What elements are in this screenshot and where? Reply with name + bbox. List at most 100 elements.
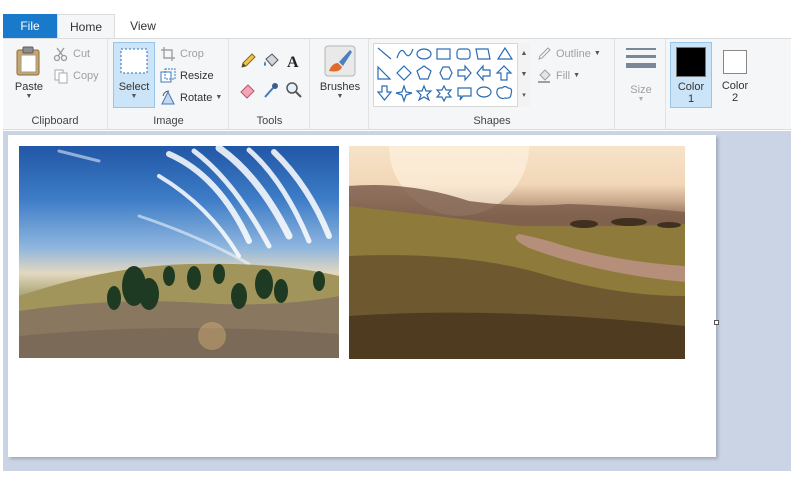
- up-arrow-shape-icon: [495, 65, 513, 81]
- outline-button[interactable]: Outline ▼: [536, 46, 601, 62]
- rotate-dropdown-icon[interactable]: ▼: [215, 94, 222, 102]
- shape-fill-icon: [538, 69, 551, 83]
- fill-button[interactable]: Fill ▼: [536, 68, 580, 84]
- polygon-shape-icon: [475, 48, 491, 60]
- text-tool-icon[interactable]: A: [285, 52, 303, 70]
- color1-swatch: [676, 47, 706, 77]
- canvas-workspace: [3, 131, 791, 471]
- paste-icon: [16, 46, 40, 76]
- select-rectangle-icon: [120, 48, 148, 74]
- outline-pencil-icon: [538, 47, 551, 60]
- curve-shape-icon: [396, 48, 414, 59]
- rounded-callout-shape-icon: [457, 87, 472, 101]
- line-width-icon: [626, 48, 656, 68]
- shapes-gallery-grid: [376, 46, 514, 103]
- brush-icon: [324, 45, 356, 77]
- clipboard-group: Paste ▼ Cut Copy Clipboard: [3, 39, 108, 130]
- magnifier-icon[interactable]: [285, 81, 303, 99]
- resize-icon: [160, 68, 176, 83]
- image-group: Select ▼ Crop Resize Rotate ▼ Image: [109, 39, 229, 130]
- shapes-gallery: [373, 43, 530, 107]
- image-group-label: Image: [153, 115, 184, 127]
- gallery-up-icon[interactable]: ▲: [521, 50, 528, 58]
- gallery-down-icon[interactable]: ▼: [521, 71, 528, 79]
- paste-dropdown-icon[interactable]: ▼: [26, 93, 33, 101]
- pencil-icon[interactable]: [239, 52, 257, 70]
- tab-home[interactable]: Home: [57, 14, 115, 39]
- field-photo-art: [349, 146, 685, 359]
- color2-label-line2: 2: [731, 92, 739, 104]
- color1-button[interactable]: Color 1: [670, 42, 712, 108]
- size-group: Size ▼: [616, 39, 666, 130]
- tools-group-label: Tools: [256, 115, 283, 127]
- shapes-gallery-scroller[interactable]: ▲ ▼ ▾: [517, 43, 530, 107]
- color2-button[interactable]: Color 2: [714, 42, 756, 108]
- oval-shape-icon: [416, 48, 432, 60]
- rotate-label: Rotate: [180, 92, 213, 104]
- size-button[interactable]: Size ▼: [622, 45, 660, 104]
- rotate-button[interactable]: Rotate ▼: [160, 90, 222, 106]
- ribbon: Paste ▼ Cut Copy Clipboard Select ▼ Crop…: [3, 38, 791, 130]
- tab-file[interactable]: File: [3, 14, 57, 38]
- canvas-image-hill: [19, 146, 339, 358]
- canvas-image-field: [349, 146, 685, 359]
- brushes-dropdown-icon[interactable]: ▼: [337, 93, 344, 101]
- size-label: Size: [630, 84, 652, 96]
- shapes-group: ▲ ▼ ▾ Outline ▼ Fill ▼ Shapes: [370, 39, 615, 130]
- left-arrow-shape-icon: [476, 64, 491, 82]
- crop-label: Crop: [180, 48, 204, 60]
- resize-button[interactable]: Resize: [160, 68, 214, 84]
- outline-label: Outline: [556, 48, 591, 60]
- paste-button[interactable]: Paste ▼: [9, 45, 49, 101]
- triangle-shape-icon: [496, 46, 514, 60]
- size-dropdown-icon[interactable]: ▼: [638, 96, 645, 104]
- cut-button[interactable]: Cut: [53, 46, 90, 62]
- scissors-icon: [53, 47, 68, 62]
- canvas-resize-handle-right[interactable]: [714, 320, 719, 325]
- copy-button[interactable]: Copy: [53, 68, 99, 84]
- select-button[interactable]: Select ▼: [113, 42, 155, 108]
- brushes-label: Brushes: [319, 81, 361, 93]
- brushes-group: Brushes ▼: [311, 39, 369, 130]
- brushes-button[interactable]: Brushes ▼: [319, 45, 361, 101]
- resize-label: Resize: [180, 70, 214, 82]
- down-arrow-shape-icon: [376, 85, 393, 101]
- oval-callout-shape-icon: [476, 86, 492, 98]
- eraser-icon[interactable]: [239, 81, 257, 99]
- right-arrow-shape-icon: [457, 64, 472, 82]
- rotate-icon: [161, 90, 175, 105]
- color1-label-line2: 1: [687, 93, 695, 105]
- rectangle-shape-icon: [436, 48, 451, 60]
- copy-icon: [54, 69, 68, 84]
- cut-label: Cut: [73, 48, 91, 60]
- pentagon-shape-icon: [416, 65, 432, 80]
- tab-view[interactable]: View: [117, 14, 169, 38]
- svg-text:A: A: [287, 54, 299, 70]
- crop-icon: [161, 47, 175, 61]
- clipboard-group-label: Clipboard: [31, 115, 79, 127]
- color-picker-icon[interactable]: [262, 81, 280, 99]
- copy-label: Copy: [73, 70, 99, 82]
- select-label: Select: [118, 81, 150, 93]
- color1-label-line1: Color: [677, 81, 705, 93]
- hill-photo-art: [19, 146, 339, 358]
- drawing-canvas[interactable]: [8, 135, 719, 457]
- crop-button[interactable]: Crop: [160, 46, 204, 62]
- outline-dropdown-icon[interactable]: ▼: [594, 50, 601, 58]
- paste-label: Paste: [14, 81, 44, 93]
- tools-group: A Tools: [230, 39, 310, 130]
- ribbon-tab-bar: File Home View: [0, 0, 800, 39]
- fill-dropdown-icon[interactable]: ▼: [573, 72, 580, 80]
- rounded-rectangle-shape-icon: [456, 48, 471, 60]
- diamond-shape-icon: [396, 65, 412, 81]
- right-triangle-shape-icon: [377, 65, 392, 80]
- fill-bucket-icon[interactable]: [262, 52, 280, 70]
- five-point-star-shape-icon: [415, 84, 433, 102]
- fill-label: Fill: [556, 70, 571, 82]
- select-dropdown-icon[interactable]: ▼: [131, 93, 138, 101]
- color2-label-line1: Color: [721, 80, 749, 92]
- gallery-expand-icon[interactable]: ▾: [522, 92, 526, 100]
- hexagon-shape-icon: [439, 66, 453, 80]
- six-point-star-shape-icon: [435, 84, 453, 103]
- four-point-star-shape-icon: [395, 84, 413, 103]
